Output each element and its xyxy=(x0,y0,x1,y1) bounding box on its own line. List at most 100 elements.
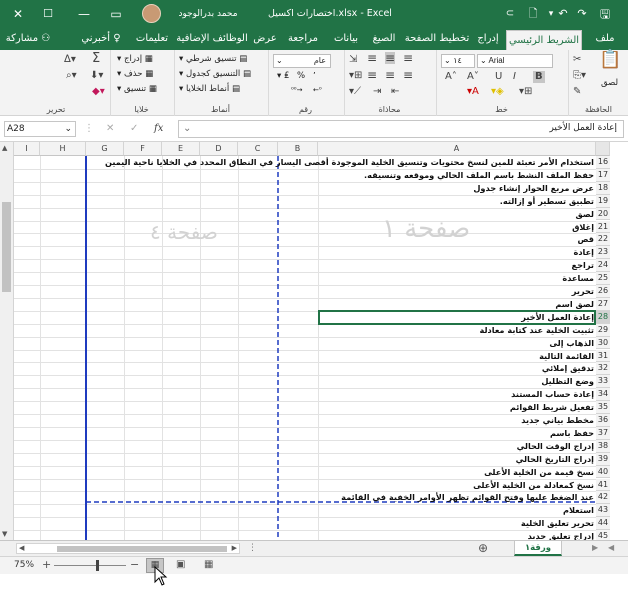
row-header[interactable]: 35 xyxy=(596,401,610,414)
wrap-text-icon[interactable]: ⇲ xyxy=(349,54,357,66)
row-header[interactable]: 34 xyxy=(596,388,610,402)
align-middle-icon[interactable]: ≡ xyxy=(385,52,396,64)
enter-icon[interactable]: ✓ xyxy=(130,123,138,135)
tab-page-layout[interactable]: تخطيط الصفحة xyxy=(404,28,470,50)
row-header[interactable]: 21 xyxy=(596,220,610,234)
add-sheet-button[interactable]: ⊕ xyxy=(478,541,488,556)
touch-mode-icon[interactable]: ⊂ xyxy=(503,0,517,28)
tell-me-box[interactable]: أخبرني ♀ xyxy=(74,28,128,50)
conditional-formatting-button[interactable]: ▾ تنسيق شرطي ▤ xyxy=(179,54,247,64)
tab-review[interactable]: مراجعة xyxy=(283,28,323,50)
tab-data[interactable]: بيانات xyxy=(328,28,364,50)
insert-function-button[interactable]: fx xyxy=(154,123,163,135)
row-header[interactable]: 42 xyxy=(596,491,610,505)
scroll-thumb[interactable] xyxy=(57,546,227,552)
format-painter-icon[interactable]: ✎ xyxy=(573,86,581,98)
name-box[interactable]: A28 ⌄ xyxy=(4,121,76,137)
tab-file[interactable]: ملف xyxy=(588,28,622,50)
restore-icon[interactable]: ☐ xyxy=(36,0,60,28)
zoom-in-button[interactable]: + xyxy=(42,558,51,571)
row-header[interactable]: 17 xyxy=(596,168,610,182)
zoom-slider-thumb[interactable] xyxy=(96,560,99,571)
underline-button[interactable]: U xyxy=(495,71,502,83)
insert-cells-button[interactable]: ▾ إدراج ▦ xyxy=(117,54,153,64)
row-header[interactable]: 22 xyxy=(596,233,610,247)
save-icon[interactable]: 🖫 xyxy=(597,0,613,28)
row-header[interactable]: 20 xyxy=(596,207,610,221)
row-header[interactable]: 36 xyxy=(596,414,610,427)
cell-a[interactable]: إعادة xyxy=(100,246,594,259)
cell-a[interactable]: الذهاب إلى xyxy=(100,337,594,350)
cell-a[interactable]: استعلام xyxy=(100,504,594,517)
sheet-nav-prev-icon[interactable]: ◀ xyxy=(608,543,614,552)
align-center-icon[interactable]: ≡ xyxy=(385,69,395,81)
align-left-icon[interactable]: ≡ xyxy=(367,69,377,81)
cell-a[interactable]: إدراج الوقت الحالي xyxy=(100,440,594,453)
cell-a[interactable]: إعادة حساب المستند xyxy=(100,388,594,401)
avatar[interactable] xyxy=(142,4,161,23)
percent-style-button[interactable]: % xyxy=(297,71,305,81)
merge-center-icon[interactable]: ▾⊞ xyxy=(349,70,362,82)
tab-formulas[interactable]: الصيغ xyxy=(368,28,400,50)
cell-a[interactable]: تفعيل شريط القوائم xyxy=(100,401,594,414)
cell-a[interactable]: تحرير تعليق الخلية xyxy=(100,517,594,530)
delete-cells-button[interactable]: ▾ حذف ▦ xyxy=(117,69,153,79)
row-header[interactable]: 29 xyxy=(596,323,610,337)
row-header[interactable]: 18 xyxy=(596,181,610,195)
row-header[interactable]: 30 xyxy=(596,336,610,350)
tab-insert[interactable]: إدراج xyxy=(474,28,502,50)
align-right-icon[interactable]: ≡ xyxy=(403,69,413,81)
cell-a[interactable]: نسخ كمعادلة من الخلية الأعلى xyxy=(100,479,594,492)
horizontal-scrollbar[interactable]: ◀ ▶ xyxy=(16,543,240,554)
fill-icon[interactable]: ⬇▾ xyxy=(90,70,103,82)
row-header[interactable]: 24 xyxy=(596,259,610,273)
decrease-font-icon[interactable]: A˅ xyxy=(467,71,479,83)
align-top-icon[interactable]: ≡ xyxy=(367,52,377,64)
qat-customize-icon[interactable]: ▾ xyxy=(545,0,557,28)
cell-a[interactable]: استخدام الأمر تعبئة للمين لنسخ محتويات و… xyxy=(100,156,594,169)
cancel-icon[interactable]: ✕ xyxy=(106,123,114,135)
font-color-icon[interactable]: ▾A xyxy=(467,86,479,98)
worksheet-grid[interactable]: ▲ ▼ I H G F E D C B A صفحة ١ صفحة ٤ 16 ا… xyxy=(0,142,628,540)
comma-style-button[interactable]: ٬ xyxy=(313,71,316,81)
cell-a[interactable]: تراجع xyxy=(100,259,594,272)
cell-a[interactable]: عند الضغط عليها وفتح القوائم تظهر الأوام… xyxy=(100,491,594,504)
row-header[interactable]: 31 xyxy=(596,349,610,363)
cell-a[interactable]: تطبيق تسطير أو إزالته. xyxy=(100,195,594,208)
cell-a[interactable]: عرض مربع الحوار إنشاء جدول xyxy=(100,182,594,195)
cut-icon[interactable]: ✂ xyxy=(573,54,581,66)
row-header[interactable]: 40 xyxy=(596,465,610,479)
cell-a[interactable]: وضع التظليل xyxy=(100,375,594,388)
cell-a[interactable]: إعادة العمل الأخير xyxy=(100,311,594,324)
cell-a[interactable]: لصق xyxy=(100,208,594,221)
row-header[interactable]: 16 xyxy=(596,156,610,169)
close-icon[interactable]: ✕ xyxy=(6,0,30,28)
user-name[interactable]: محمد بدرالوجود xyxy=(168,0,248,28)
cell-a[interactable]: إغلاق xyxy=(100,221,594,234)
share-button[interactable]: مشاركة ⚇ xyxy=(4,28,52,50)
increase-indent-icon[interactable]: ⇥ xyxy=(373,86,381,98)
page-layout-view-icon[interactable]: ▣ xyxy=(176,559,185,570)
row-header[interactable]: 41 xyxy=(596,478,610,492)
paste-button[interactable]: لصق xyxy=(601,78,618,88)
format-cells-button[interactable]: ▾ تنسيق ▦ xyxy=(117,84,157,94)
row-header[interactable]: 43 xyxy=(596,504,610,518)
cell-a[interactable]: تحرير xyxy=(100,285,594,298)
row-header[interactable]: 26 xyxy=(596,285,610,298)
sheet-nav-next-icon[interactable]: ▶ xyxy=(592,543,598,552)
tab-addins[interactable]: الوظائف الإضافية xyxy=(176,28,248,50)
cell-a[interactable]: مساعدة xyxy=(100,272,594,285)
cell-a[interactable]: قص xyxy=(100,233,594,246)
redo-icon[interactable]: ↷ xyxy=(576,0,588,28)
accounting-format-icon[interactable]: ▾ ₤ xyxy=(277,71,289,81)
row-header[interactable]: 45 xyxy=(596,530,610,540)
cell-a[interactable]: إدراج تعليق جديد xyxy=(100,530,594,540)
cell-styles-button[interactable]: ▾ أنماط الخلايا ▤ xyxy=(179,84,240,94)
cell-a[interactable]: نسخ قيمة من الخلية الأعلى xyxy=(100,466,594,479)
expand-formula-icon[interactable]: ⌄ xyxy=(183,123,191,135)
cell-a[interactable]: إدراج التاريخ الحالي xyxy=(100,453,594,466)
tab-help[interactable]: تعليمات xyxy=(133,28,171,50)
undo-icon[interactable]: ↶ xyxy=(557,0,569,28)
number-format-select[interactable]: ⌄ عام xyxy=(273,54,331,68)
row-header[interactable]: 23 xyxy=(596,246,610,260)
